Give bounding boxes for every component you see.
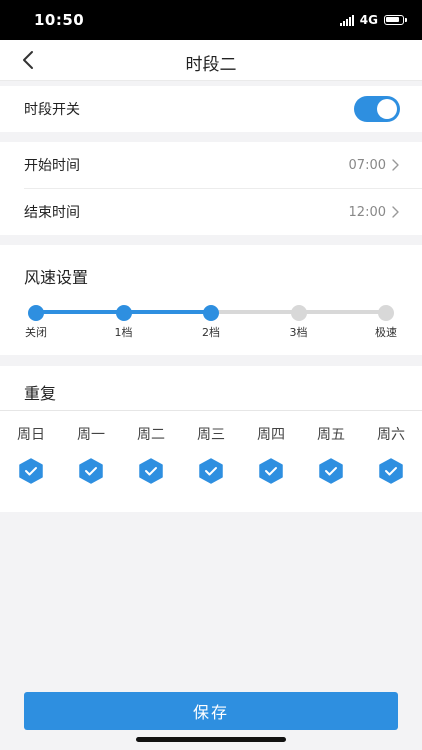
slider-stop-label: 关闭: [25, 326, 47, 339]
repeat-title: 重复: [24, 384, 57, 403]
nav-bar: 时段二: [0, 40, 422, 81]
day-label: 周六: [377, 427, 405, 443]
chevron-right-icon: [392, 206, 399, 218]
day-label: 周四: [257, 427, 285, 443]
page-title: 时段二: [185, 55, 237, 75]
slider-stop[interactable]: [28, 305, 44, 321]
wind-speed-title: 风速设置: [24, 268, 89, 287]
end-time-label: 结束时间: [24, 205, 80, 221]
repeat-divider: [0, 410, 422, 411]
battery-icon: [384, 15, 407, 25]
day-checkbox-icon[interactable]: [138, 458, 164, 484]
period-switch-label: 时段开关: [24, 102, 80, 118]
status-bar: 10:50 4G: [0, 0, 422, 40]
slider-stop[interactable]: [115, 305, 132, 321]
day-label: 周二: [137, 427, 165, 443]
period-switch-row: 时段开关: [0, 86, 422, 132]
day-checkbox-icon[interactable]: [258, 458, 284, 484]
end-time-row[interactable]: 结束时间 12:00: [0, 189, 422, 235]
start-time-value: 07:00: [348, 157, 386, 173]
signal-icon: [339, 14, 354, 26]
slider-stop-label: 1档: [114, 326, 133, 339]
day-label: 周一: [77, 427, 105, 443]
day-label: 周日: [17, 427, 45, 443]
slider-stop[interactable]: [203, 305, 219, 321]
save-button[interactable]: 保存: [24, 692, 398, 730]
chevron-right-icon: [392, 159, 399, 171]
home-indicator: [136, 737, 286, 742]
slider-stop-label: 极速: [375, 326, 397, 339]
day-checkbox-icon[interactable]: [78, 458, 104, 484]
end-time-value: 12:00: [348, 204, 386, 220]
slider-stop[interactable]: [290, 305, 307, 321]
status-indicators: 4G: [339, 13, 407, 27]
status-time: 10:50: [34, 11, 85, 29]
day-label: 周三: [197, 427, 225, 443]
day-checkbox-icon[interactable]: [18, 458, 44, 484]
slider-stop[interactable]: [378, 305, 394, 321]
day-checkbox-icon[interactable]: [378, 458, 404, 484]
slider-stop-label: 3档: [289, 326, 308, 339]
slider-stop-label: 2档: [202, 326, 220, 339]
period-switch-card: 时段开关: [0, 86, 422, 132]
start-time-label: 开始时间: [24, 158, 80, 174]
start-time-row[interactable]: 开始时间 07:00: [0, 142, 422, 188]
network-type: 4G: [359, 13, 378, 27]
toggle-knob: [377, 99, 397, 119]
day-checkbox-icon[interactable]: [318, 458, 344, 484]
time-settings-card: 开始时间 07:00 结束时间 12:00: [0, 142, 422, 235]
day-label: 周五: [317, 427, 345, 443]
day-checkbox-icon[interactable]: [198, 458, 224, 484]
period-switch-toggle[interactable]: [354, 96, 400, 122]
